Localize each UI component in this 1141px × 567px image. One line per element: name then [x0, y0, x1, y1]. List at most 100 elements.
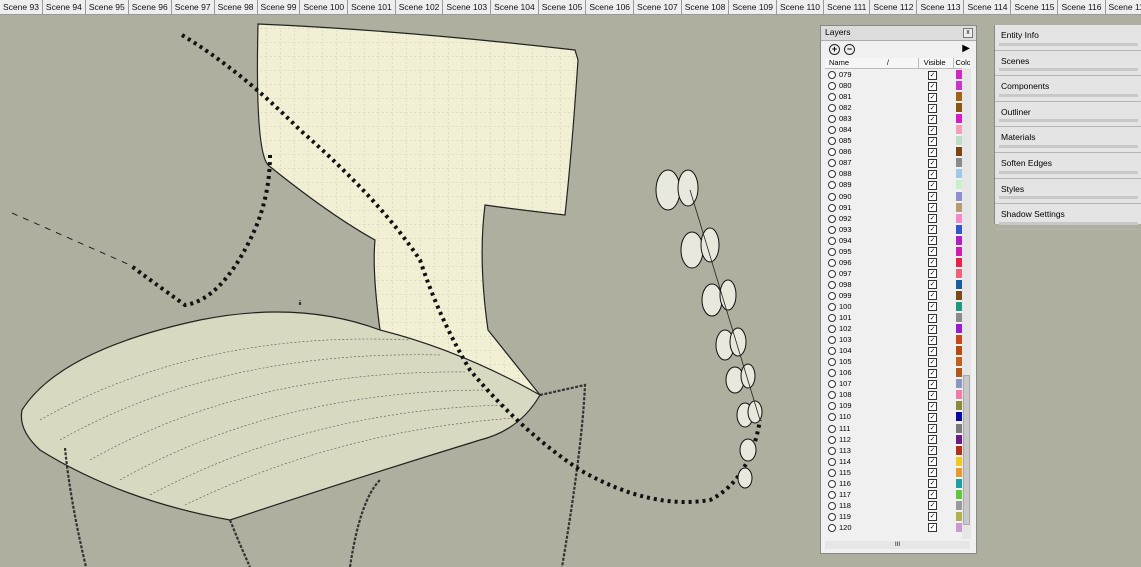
scene-tab[interactable]: Scene 105 [539, 0, 587, 14]
layer-name[interactable]: 095 [839, 246, 852, 257]
layers-titlebar[interactable]: Layers x [821, 26, 976, 41]
scene-tab[interactable]: Scene 98 [215, 0, 258, 14]
layer-name[interactable]: 082 [839, 102, 852, 113]
visible-checkbox[interactable]: ✓ [928, 501, 937, 511]
layer-row[interactable]: 095 ✓ [825, 246, 967, 257]
active-layer-radio[interactable] [828, 269, 836, 278]
active-layer-radio[interactable] [828, 280, 836, 289]
layer-name[interactable]: 104 [839, 345, 852, 356]
layer-row[interactable]: 096 ✓ [825, 257, 967, 268]
active-layer-radio[interactable] [828, 424, 836, 433]
layer-row[interactable]: 111 ✓ [825, 423, 967, 434]
active-layer-radio[interactable] [828, 291, 836, 300]
column-name[interactable]: Name [825, 58, 887, 68]
layer-row[interactable]: 097 ✓ [825, 268, 967, 279]
visible-checkbox[interactable]: ✓ [928, 180, 937, 190]
active-layer-radio[interactable] [828, 192, 836, 201]
active-layer-radio[interactable] [828, 148, 836, 157]
scene-tab[interactable]: Scene 108 [682, 0, 730, 14]
layer-name[interactable]: 086 [839, 146, 852, 157]
scene-tab[interactable]: Scene 96 [129, 0, 172, 14]
scene-tab[interactable]: Scene 110 [777, 0, 825, 14]
layer-row[interactable]: 109 ✓ [825, 400, 967, 411]
active-layer-radio[interactable] [828, 523, 836, 532]
active-layer-radio[interactable] [828, 159, 836, 168]
layer-row[interactable]: 094 ✓ [825, 235, 967, 246]
layer-name[interactable]: 100 [839, 301, 852, 312]
scene-tab[interactable]: Scene 101 [348, 0, 396, 14]
visible-checkbox[interactable]: ✓ [928, 81, 937, 91]
layer-name[interactable]: 088 [839, 168, 852, 179]
layer-name[interactable]: 120 [839, 522, 852, 533]
layer-row[interactable]: 113 ✓ [825, 445, 967, 456]
layer-row[interactable]: 114 ✓ [825, 456, 967, 467]
active-layer-radio[interactable] [828, 115, 836, 124]
layer-row[interactable]: 100 ✓ [825, 301, 967, 312]
layer-row[interactable]: 120 ✓ [825, 522, 967, 533]
layer-name[interactable]: 103 [839, 334, 852, 345]
layer-row[interactable]: 091 ✓ [825, 202, 967, 213]
active-layer-radio[interactable] [828, 501, 836, 510]
visible-checkbox[interactable]: ✓ [928, 125, 937, 135]
layer-row[interactable]: 084 ✓ [825, 124, 967, 135]
tray-panel-header[interactable]: Entity Info [995, 25, 1141, 51]
scene-tab[interactable]: Scene 103 [443, 0, 492, 14]
active-layer-radio[interactable] [828, 325, 836, 334]
visible-checkbox[interactable]: ✓ [928, 147, 937, 157]
visible-checkbox[interactable]: ✓ [928, 247, 937, 257]
visible-checkbox[interactable]: ✓ [928, 468, 937, 478]
layer-name[interactable]: 114 [839, 456, 851, 467]
tray-panel-header[interactable]: Outliner [995, 102, 1141, 128]
visible-checkbox[interactable]: ✓ [928, 214, 937, 224]
visible-checkbox[interactable]: ✓ [928, 169, 937, 179]
layer-name[interactable]: 107 [839, 378, 852, 389]
visible-checkbox[interactable]: ✓ [928, 136, 937, 146]
layer-row[interactable]: 090 ✓ [825, 191, 967, 202]
scene-tab[interactable]: Scene 115 [1011, 0, 1059, 14]
active-layer-radio[interactable] [828, 369, 836, 378]
scene-tab[interactable]: Scene 112 [870, 0, 918, 14]
layer-row[interactable]: 101 ✓ [825, 312, 967, 323]
layer-name[interactable]: 080 [839, 80, 852, 91]
layer-name[interactable]: 098 [839, 279, 852, 290]
scene-tab[interactable]: Scene 95 [86, 0, 129, 14]
active-layer-radio[interactable] [828, 512, 836, 521]
remove-layer-icon[interactable]: − [844, 44, 855, 55]
close-icon[interactable]: x [963, 28, 973, 38]
scene-tab[interactable]: Scene 97 [172, 0, 215, 14]
tray-panel-header[interactable]: Soften Edges [995, 153, 1141, 179]
layer-name[interactable]: 083 [839, 113, 852, 124]
layer-row[interactable]: 082 ✓ [825, 102, 967, 113]
visible-checkbox[interactable]: ✓ [928, 335, 937, 345]
layer-row[interactable]: 102 ✓ [825, 323, 967, 334]
active-layer-radio[interactable] [828, 247, 836, 256]
details-arrow-icon[interactable]: ▶ [962, 43, 970, 54]
active-layer-radio[interactable] [828, 236, 836, 245]
scene-tab[interactable]: Scene 111 [824, 0, 871, 14]
layer-name[interactable]: 099 [839, 290, 852, 301]
active-layer-radio[interactable] [828, 358, 836, 367]
layer-name[interactable]: 084 [839, 124, 852, 135]
column-visible[interactable]: Visible [917, 58, 953, 68]
tray-panel-header[interactable]: Materials [995, 127, 1141, 153]
visible-checkbox[interactable]: ✓ [928, 114, 937, 124]
visible-checkbox[interactable]: ✓ [928, 258, 937, 268]
scene-tab[interactable]: Scene 114 [964, 0, 1012, 14]
layer-row[interactable]: 085 ✓ [825, 135, 967, 146]
layer-name[interactable]: 119 [839, 511, 851, 522]
active-layer-radio[interactable] [828, 203, 836, 212]
visible-checkbox[interactable]: ✓ [928, 479, 937, 489]
layer-name[interactable]: 116 [839, 478, 851, 489]
scene-tab[interactable]: Scene 106 [586, 0, 635, 14]
layer-name[interactable]: 117 [839, 489, 851, 500]
active-layer-radio[interactable] [828, 137, 836, 146]
layer-name[interactable]: 093 [839, 224, 852, 235]
layer-name[interactable]: 115 [839, 467, 851, 478]
active-layer-radio[interactable] [828, 314, 836, 323]
active-layer-radio[interactable] [828, 457, 836, 466]
active-layer-radio[interactable] [828, 336, 836, 345]
layer-name[interactable]: 096 [839, 257, 852, 268]
active-layer-radio[interactable] [828, 258, 836, 267]
visible-checkbox[interactable]: ✓ [928, 203, 937, 213]
scene-tab[interactable]: Scene 102 [396, 0, 444, 14]
